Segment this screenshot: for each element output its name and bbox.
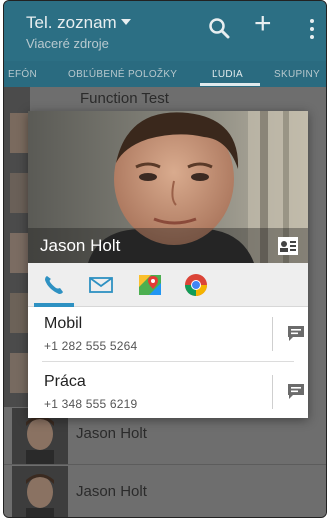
divider: [272, 317, 273, 351]
quick-contact-card: Jason Holt Mobil +1 282 555 5264 Práca +…: [28, 111, 308, 418]
tab-phone[interactable]: EFÓN: [8, 69, 37, 80]
list-item-function-test[interactable]: Function Test: [80, 90, 169, 107]
phone-icon[interactable]: [42, 273, 68, 297]
entry-number: +1 282 555 5264: [44, 339, 138, 353]
tab-favorites[interactable]: OBĽÚBENÉ POLOŽKY: [68, 69, 177, 80]
tab-people[interactable]: ĽUDIA: [212, 69, 243, 80]
card-name-bar: Jason Holt: [28, 228, 308, 263]
account-selector[interactable]: Tel. zoznam: [26, 13, 131, 33]
entry-label: Mobil: [44, 315, 83, 332]
entry-number: +1 348 555 6219: [44, 397, 138, 411]
phone-screen: Tel. zoznam Viaceré zdroje + EFÓN OBĽÚBE…: [3, 0, 327, 518]
app-title: Tel. zoznam: [26, 13, 117, 32]
list-item[interactable]: Jason Holt: [4, 465, 326, 517]
maps-icon[interactable]: [137, 273, 163, 297]
phone-entry-mobile[interactable]: Mobil +1 282 555 5264: [28, 307, 308, 365]
tab-groups[interactable]: SKUPINY: [274, 69, 320, 80]
phone-entry-work[interactable]: Práca +1 348 555 6219: [28, 365, 308, 423]
more-options-icon[interactable]: [310, 19, 316, 43]
add-contact-icon[interactable]: +: [254, 9, 272, 39]
message-icon[interactable]: [286, 323, 306, 343]
divider: [272, 375, 273, 409]
active-tab-indicator: [200, 83, 260, 86]
divider: [42, 361, 294, 362]
app-bar: Tel. zoznam Viaceré zdroje +: [4, 1, 326, 61]
list-thumbnails-strip: [4, 87, 30, 407]
contact-name: Jason Holt: [76, 483, 147, 500]
search-icon[interactable]: [208, 17, 230, 44]
dropdown-caret-icon: [120, 19, 131, 25]
app-subtitle: Viaceré zdroje: [26, 36, 109, 51]
card-contact-name: Jason Holt: [40, 236, 121, 255]
message-icon[interactable]: [286, 381, 306, 401]
contact-avatar: [12, 466, 68, 517]
contact-details-icon[interactable]: [278, 237, 298, 255]
entry-label: Práca: [44, 373, 86, 390]
tab-bar: EFÓN OBĽÚBENÉ POLOŽKY ĽUDIA SKUPINY: [4, 61, 326, 87]
quick-actions-bar: [28, 263, 308, 307]
mail-icon[interactable]: [88, 273, 114, 297]
chrome-icon[interactable]: [183, 273, 209, 297]
contact-name: Jason Holt: [76, 425, 147, 442]
